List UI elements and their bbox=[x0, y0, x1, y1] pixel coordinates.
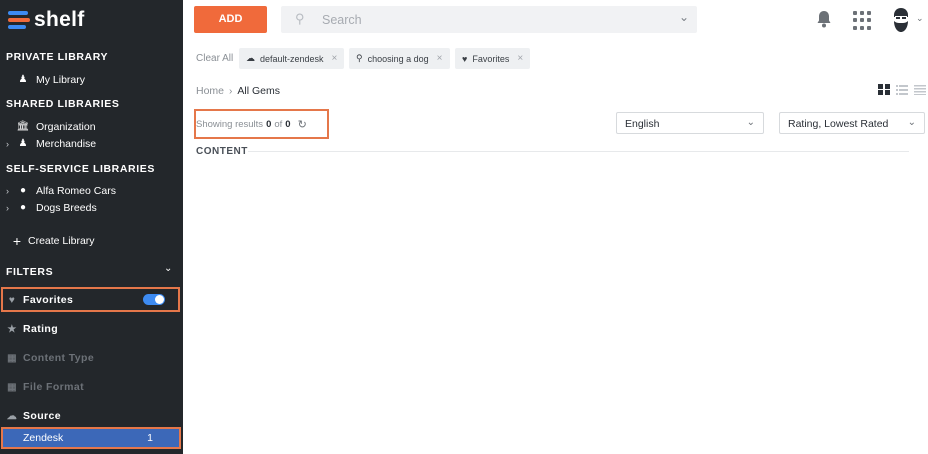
sidebar-item-label: My Library bbox=[36, 73, 86, 86]
sidebar-item-label: Merchandise bbox=[36, 137, 97, 150]
filter-file-format[interactable]: ▦ File Format bbox=[6, 379, 84, 395]
heart-icon: ♥ bbox=[8, 294, 16, 306]
create-library-label: Create Library bbox=[28, 234, 95, 247]
close-icon[interactable]: × bbox=[332, 53, 338, 64]
sidebar-item-alfa-romeo-cars[interactable]: › ● Alfa Romeo Cars bbox=[6, 182, 116, 199]
shelf-logo[interactable]: shelf bbox=[8, 8, 85, 32]
cloud-icon: ☁ bbox=[246, 53, 255, 63]
file-icon: ▦ bbox=[7, 381, 17, 393]
shelf-logo-icon bbox=[8, 10, 30, 30]
chevron-right-icon[interactable]: › bbox=[6, 203, 16, 213]
sidebar: shelf PRIVATE LIBRARY ♟ My Library SHARE… bbox=[0, 0, 183, 454]
search-icon: ⚲ bbox=[356, 53, 363, 63]
filter-content-type-label: Content Type bbox=[23, 352, 95, 364]
refresh-icon[interactable]: ↻ bbox=[298, 118, 307, 131]
globe-icon: ● bbox=[19, 202, 27, 213]
language-select[interactable]: English ⌄ bbox=[616, 112, 764, 134]
filter-rating[interactable]: ★ Rating bbox=[6, 321, 58, 337]
document-icon: ▦ bbox=[7, 352, 17, 364]
plus-icon: + bbox=[12, 232, 22, 249]
sidebar-item-organization[interactable]: 🏛 Organization bbox=[6, 118, 96, 135]
sidebar-item-label: Dogs Breeds bbox=[36, 201, 97, 214]
close-icon[interactable]: × bbox=[517, 53, 523, 64]
close-icon[interactable]: × bbox=[437, 53, 443, 64]
filter-chip-search[interactable]: ⚲ choosing a dog × bbox=[349, 48, 450, 69]
results-total: 0 bbox=[285, 119, 291, 130]
building-icon: 🏛 bbox=[16, 121, 30, 132]
sidebar-item-label: Organization bbox=[36, 120, 96, 133]
avatar[interactable] bbox=[891, 7, 911, 33]
apps-grid-icon[interactable] bbox=[853, 11, 872, 30]
content-divider bbox=[196, 151, 909, 152]
user-icon: ♟ bbox=[18, 74, 28, 85]
results-count: Showing results 0 of 0 ↻ bbox=[196, 118, 307, 131]
sidebar-item-dogs-breeds[interactable]: › ● Dogs Breeds bbox=[6, 199, 97, 216]
breadcrumb-home[interactable]: Home bbox=[196, 85, 224, 97]
main-content: ADD ⚲ Search ⌄ ⌄ Clear All ☁ default-zen… bbox=[183, 0, 928, 454]
filter-file-format-label: File Format bbox=[23, 381, 84, 393]
filter-chip-source[interactable]: ☁ default-zendesk × bbox=[239, 48, 345, 69]
source-option-label: Zendesk bbox=[23, 432, 64, 444]
clear-all-filters[interactable]: Clear All bbox=[196, 53, 233, 64]
breadcrumb: Home › All Gems bbox=[196, 85, 280, 97]
source-option-zendesk[interactable]: Zendesk 1 bbox=[1, 427, 181, 449]
search-icon: ⚲ bbox=[295, 11, 305, 26]
chevron-down-icon[interactable]: ⌄ bbox=[164, 263, 172, 274]
breadcrumb-separator: › bbox=[229, 85, 233, 97]
logo-text: shelf bbox=[34, 8, 85, 31]
self-service-libraries-title: SELF-SERVICE LIBRARIES bbox=[6, 163, 155, 175]
view-switcher bbox=[878, 84, 926, 95]
results-prefix: Showing results bbox=[196, 119, 264, 130]
filter-chip-label: Favorites bbox=[472, 53, 510, 64]
filter-favorites-label: Favorites bbox=[23, 294, 74, 306]
bell-icon[interactable] bbox=[816, 10, 832, 28]
filter-rating-label: Rating bbox=[23, 323, 59, 335]
user-group-icon: ♟ bbox=[18, 138, 28, 149]
add-button[interactable]: ADD bbox=[194, 6, 267, 33]
filter-source-label: Source bbox=[23, 410, 61, 422]
chevron-down-icon: ⌄ bbox=[907, 117, 916, 128]
sidebar-item-my-library[interactable]: ♟ My Library bbox=[6, 71, 86, 88]
results-of: of bbox=[274, 119, 283, 130]
filter-content-type[interactable]: ▦ Content Type bbox=[6, 350, 94, 366]
chevron-right-icon[interactable]: › bbox=[6, 139, 16, 149]
cloud-icon: ☁ bbox=[6, 410, 18, 422]
sort-select-value: Rating, Lowest Rated bbox=[788, 118, 889, 130]
source-option-count: 1 bbox=[147, 432, 153, 444]
chevron-right-icon[interactable]: › bbox=[6, 186, 16, 196]
create-library-button[interactable]: + Create Library bbox=[12, 232, 95, 249]
search-bar[interactable]: ⚲ Search ⌄ bbox=[281, 6, 697, 33]
filters-title: FILTERS bbox=[6, 266, 54, 278]
filter-chip-label: default-zendesk bbox=[260, 53, 324, 64]
search-input[interactable]: Search bbox=[322, 13, 362, 27]
chevron-down-icon[interactable]: ⌄ bbox=[679, 10, 689, 24]
chevron-down-icon[interactable]: ⌄ bbox=[916, 13, 924, 24]
star-icon: ★ bbox=[7, 323, 17, 335]
chevron-down-icon: ⌄ bbox=[746, 117, 755, 128]
filter-chip-label: choosing a dog bbox=[367, 53, 429, 64]
sort-select[interactable]: Rating, Lowest Rated ⌄ bbox=[779, 112, 925, 134]
sidebar-item-label: Alfa Romeo Cars bbox=[36, 184, 116, 197]
results-shown: 0 bbox=[266, 119, 272, 130]
globe-icon: ● bbox=[19, 185, 27, 196]
content-section-title: CONTENT bbox=[196, 146, 248, 157]
private-library-title: PRIVATE LIBRARY bbox=[6, 51, 109, 63]
grid-view-icon[interactable] bbox=[878, 84, 890, 95]
language-select-value: English bbox=[625, 118, 660, 130]
heart-icon: ♥ bbox=[462, 53, 468, 64]
favorites-toggle[interactable] bbox=[143, 294, 165, 305]
filter-favorites[interactable]: ♥ Favorites bbox=[6, 292, 73, 308]
filter-chip-favorites[interactable]: ♥ Favorites × bbox=[455, 48, 531, 69]
shared-libraries-title: SHARED LIBRARIES bbox=[6, 98, 120, 110]
list-view-icon[interactable] bbox=[896, 84, 908, 95]
compact-view-icon[interactable] bbox=[914, 84, 926, 95]
sidebar-item-merchandise[interactable]: › ♟ Merchandise bbox=[6, 135, 96, 152]
filter-source[interactable]: ☁ Source bbox=[6, 408, 61, 424]
breadcrumb-current: All Gems bbox=[237, 85, 280, 97]
